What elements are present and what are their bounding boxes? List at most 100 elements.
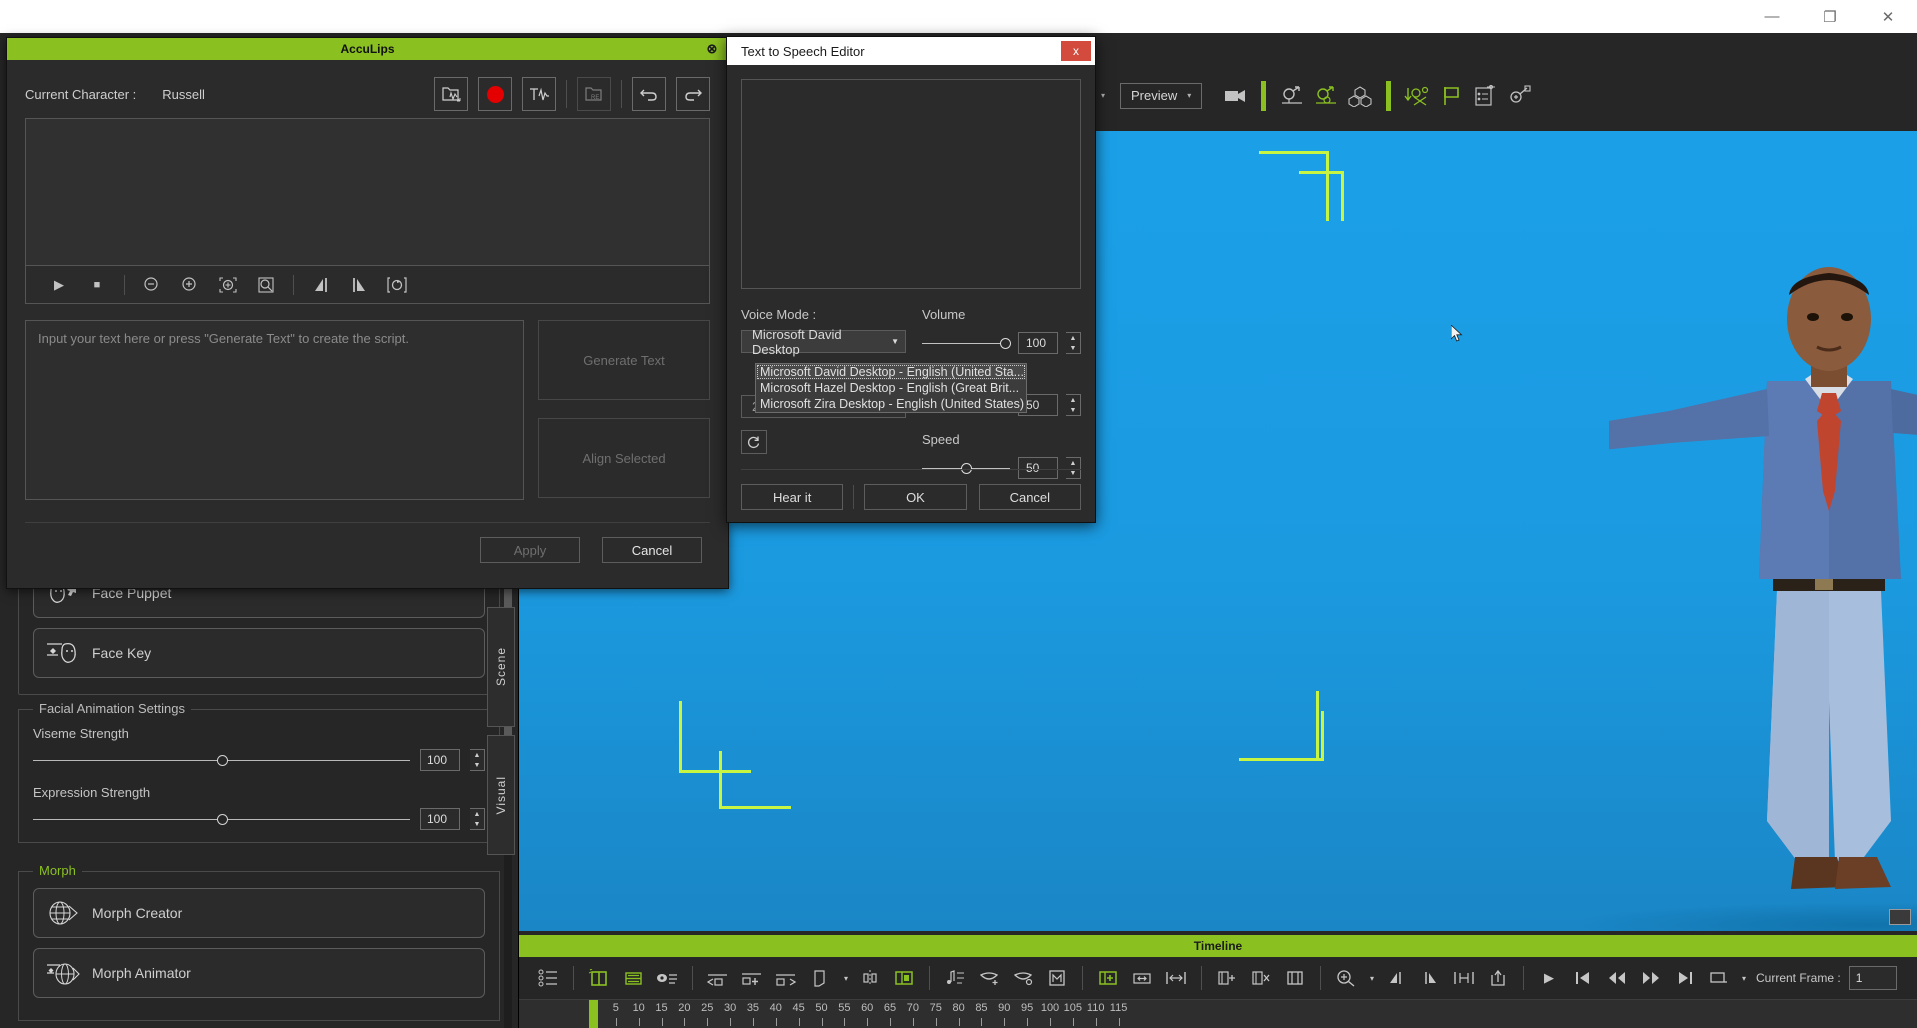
redo-icon[interactable] [676, 77, 710, 111]
play-button[interactable]: ▶ [1532, 961, 1566, 995]
expression-strength-slider[interactable] [33, 813, 410, 825]
acculips-cancel-button[interactable]: Cancel [602, 537, 702, 563]
viseme-strength-stepper[interactable]: ▲ ▼ [470, 749, 485, 771]
edit-face-key-icon[interactable] [1006, 961, 1040, 995]
snap-keys-icon[interactable] [1159, 961, 1193, 995]
voice-option-1[interactable]: Microsoft Hazel Desktop - English (Great… [756, 380, 1026, 396]
pitch-stepper[interactable]: ▲ ▼ [1066, 394, 1081, 416]
tts-close-button[interactable]: x [1061, 41, 1091, 61]
tab-scene[interactable]: Scene [487, 607, 515, 727]
viseme-strength-slider[interactable] [33, 754, 410, 766]
volume-stepper-up[interactable]: ▲ [1066, 333, 1080, 343]
timeline-playhead[interactable] [589, 1000, 598, 1028]
voice-mode-dropdown-list[interactable]: Microsoft David Desktop - English (Unite… [755, 363, 1027, 413]
viseme-stepper-down[interactable]: ▼ [470, 760, 484, 770]
insert-frame-icon[interactable] [1210, 961, 1244, 995]
loop-range-icon[interactable] [1702, 961, 1736, 995]
audio-track-icon[interactable] [938, 961, 972, 995]
volume-value[interactable]: 100 [1018, 332, 1058, 354]
camera-icon[interactable] [1218, 76, 1252, 116]
add-transition-icon[interactable] [582, 961, 616, 995]
refresh-voices-button[interactable] [741, 430, 767, 454]
volume-stepper-down[interactable]: ▼ [1066, 343, 1080, 353]
morph-animator-button[interactable]: Morph Animator [33, 948, 485, 998]
hear-it-button[interactable]: Hear it [741, 484, 844, 510]
viseme-stepper-up[interactable]: ▲ [470, 750, 484, 760]
add-keyframe-icon[interactable] [1091, 961, 1125, 995]
tts-text-input[interactable] [741, 79, 1081, 289]
character-avatar[interactable] [1609, 261, 1917, 931]
window-maximize-button[interactable]: ❐ [1801, 0, 1859, 33]
reset-folder-icon[interactable]: RE [577, 77, 611, 111]
zoom-region-icon[interactable] [209, 270, 247, 300]
collect-clip-icon[interactable] [1400, 76, 1434, 116]
zoom-fit-icon[interactable] [247, 270, 285, 300]
fit-range-icon[interactable] [1447, 961, 1481, 995]
move-clip-right-icon[interactable] [769, 961, 803, 995]
zoom-out-icon[interactable] [133, 270, 171, 300]
preview-mode-select[interactable]: Preview ▾ [1120, 82, 1203, 109]
props-icon[interactable] [1343, 76, 1377, 116]
expression-stepper-up[interactable]: ▲ [470, 809, 484, 819]
step-forward-button[interactable] [1634, 961, 1668, 995]
pitch-stepper-up[interactable]: ▲ [1066, 395, 1080, 405]
window-close-button[interactable]: ✕ [1859, 0, 1917, 33]
apply-button[interactable]: Apply [480, 537, 580, 563]
loop-dropdown-caret[interactable]: ▾ [1738, 961, 1750, 995]
viseme-strength-value[interactable]: 100 [420, 749, 460, 771]
pitch-stepper-down[interactable]: ▼ [1066, 405, 1080, 415]
stop-icon[interactable]: ■ [78, 270, 116, 300]
move-clip-left-icon[interactable] [701, 961, 735, 995]
motion-layer-icon[interactable] [1040, 961, 1074, 995]
delete-frame-icon[interactable] [1244, 961, 1278, 995]
copy-clip-icon[interactable] [803, 961, 837, 995]
current-frame-input[interactable]: 1 [1848, 966, 1897, 990]
copy-dropdown-caret[interactable]: ▾ [839, 961, 853, 995]
add-transform-icon[interactable] [1502, 76, 1536, 116]
speed-stepper-up[interactable]: ▲ [1066, 458, 1080, 468]
track-list-icon[interactable] [531, 961, 565, 995]
visibility-track-icon[interactable] [650, 961, 684, 995]
zoom-in-icon[interactable] [171, 270, 209, 300]
record-icon[interactable] [478, 77, 512, 111]
tab-visual[interactable]: Visual [487, 735, 515, 855]
play-icon[interactable]: ▶ [40, 270, 78, 300]
volume-slider[interactable] [922, 337, 1011, 349]
undo-icon[interactable] [632, 77, 666, 111]
timeline-ruler[interactable]: 5 10 15 20 25 30 35 40 45 50 55 60 65 70 75 80 85 90 95 100… [519, 999, 1917, 1028]
voice-option-2[interactable]: Microsoft Zira Desktop - English (United… [756, 396, 1026, 412]
go-to-end-button[interactable] [1668, 961, 1702, 995]
face-key-button[interactable]: Face Key [33, 628, 485, 678]
render-dropdown-caret[interactable]: ▾ [1096, 76, 1110, 116]
clip-props-icon[interactable] [887, 961, 921, 995]
volume-stepper[interactable]: ▲ ▼ [1066, 332, 1081, 354]
generate-text-button[interactable]: Generate Text [538, 320, 710, 400]
zoom-timeline-icon[interactable] [1329, 961, 1363, 995]
add-track-icon[interactable] [616, 961, 650, 995]
split-clip-icon[interactable] [853, 961, 887, 995]
expression-strength-value[interactable]: 100 [420, 808, 460, 830]
expression-stepper-down[interactable]: ▼ [470, 819, 484, 829]
acculips-waveform-display[interactable] [25, 118, 710, 266]
acculips-close-button[interactable]: ⊗ [704, 41, 720, 57]
voice-mode-select[interactable]: Microsoft David Desktop ▼ [741, 327, 906, 357]
expression-strength-stepper[interactable]: ▲ ▼ [470, 808, 485, 830]
range-start-icon[interactable] [1379, 961, 1413, 995]
export-range-icon[interactable] [1481, 961, 1515, 995]
step-back-button[interactable] [1600, 961, 1634, 995]
frame-range-icon[interactable] [1278, 961, 1312, 995]
add-face-key-icon[interactable] [972, 961, 1006, 995]
volume-knob[interactable] [1000, 337, 1011, 349]
trim-right-icon[interactable] [340, 270, 378, 300]
range-end-icon[interactable] [1413, 961, 1447, 995]
task-list-icon[interactable] [1468, 76, 1502, 116]
text-to-wave-icon[interactable] [522, 77, 556, 111]
open-audio-icon[interactable] [434, 77, 468, 111]
script-text-input[interactable]: Input your text here or press "Generate … [25, 320, 524, 500]
align-selected-button[interactable]: Align Selected [538, 418, 710, 498]
insert-clip-icon[interactable] [735, 961, 769, 995]
flag-icon[interactable] [1434, 76, 1468, 116]
viseme-strength-knob[interactable] [216, 754, 228, 766]
loop-icon[interactable] [378, 270, 416, 300]
voice-option-0[interactable]: Microsoft David Desktop - English (Unite… [756, 364, 1026, 380]
